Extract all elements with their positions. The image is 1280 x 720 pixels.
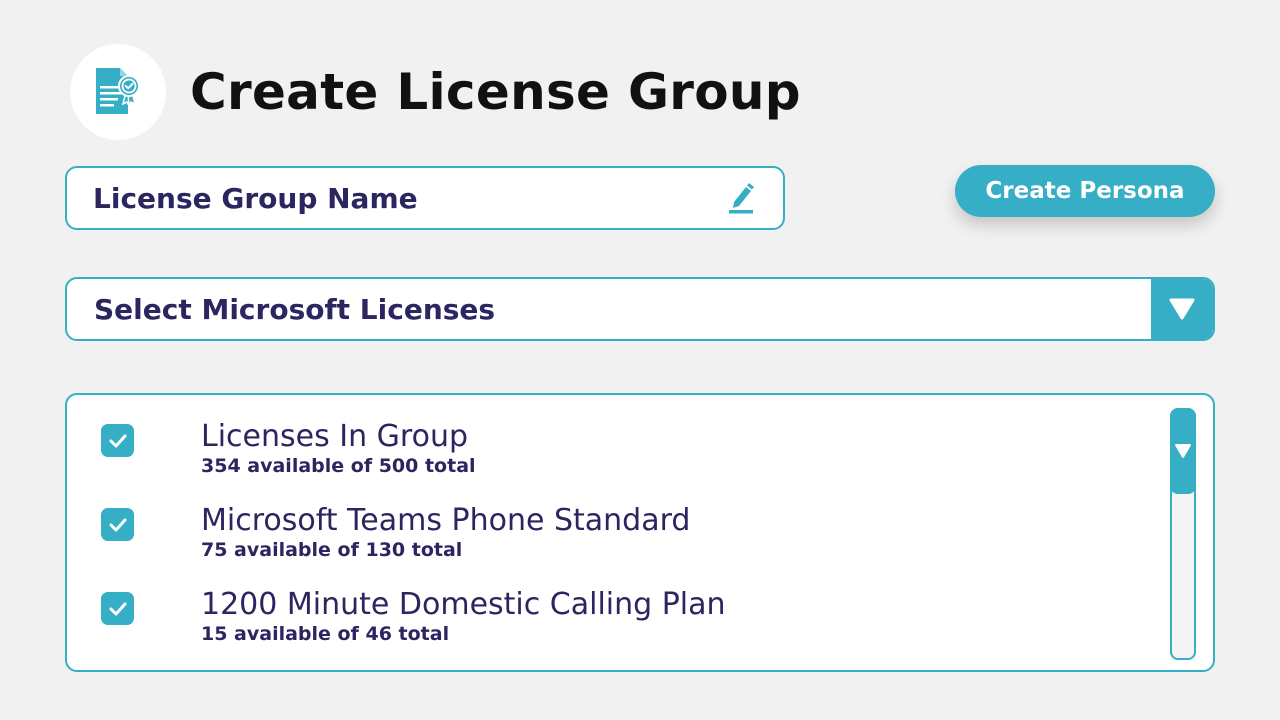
license-certificate-icon (70, 44, 166, 140)
license-checkbox[interactable] (101, 424, 134, 457)
pencil-edit-icon[interactable] (721, 178, 761, 218)
license-availability: 354 available of 500 total (201, 455, 476, 477)
license-checkbox[interactable] (101, 508, 134, 541)
checkmark-icon (109, 518, 126, 531)
license-group-name-value: License Group Name (93, 181, 418, 215)
license-name: Microsoft Teams Phone Standard (201, 503, 691, 538)
page-title: Create License Group (190, 63, 801, 121)
triangle-down-icon (1169, 298, 1195, 320)
scroll-thumb[interactable] (1170, 408, 1196, 494)
dropdown-toggle-button[interactable] (1151, 279, 1213, 339)
checkmark-icon (109, 602, 126, 615)
license-name: 1200 Minute Domestic Calling Plan (201, 587, 726, 622)
license-availability: 75 available of 130 total (201, 539, 463, 561)
microsoft-licenses-select-value: Select Microsoft Licenses (94, 292, 496, 326)
create-persona-button[interactable]: Create Persona (955, 165, 1215, 217)
license-name: Licenses In Group (201, 419, 468, 454)
license-checkbox[interactable] (101, 592, 134, 625)
page-header: Create License Group (70, 44, 801, 140)
triangle-down-icon (1175, 444, 1191, 458)
license-group-name-input[interactable]: License Group Name (65, 166, 785, 230)
license-availability: 15 available of 46 total (201, 623, 450, 645)
microsoft-licenses-select[interactable]: Select Microsoft Licenses (65, 277, 1215, 341)
scrollbar[interactable] (1170, 408, 1196, 660)
checkmark-icon (109, 434, 126, 447)
license-list: Licenses In Group 354 available of 500 t… (65, 393, 1215, 672)
